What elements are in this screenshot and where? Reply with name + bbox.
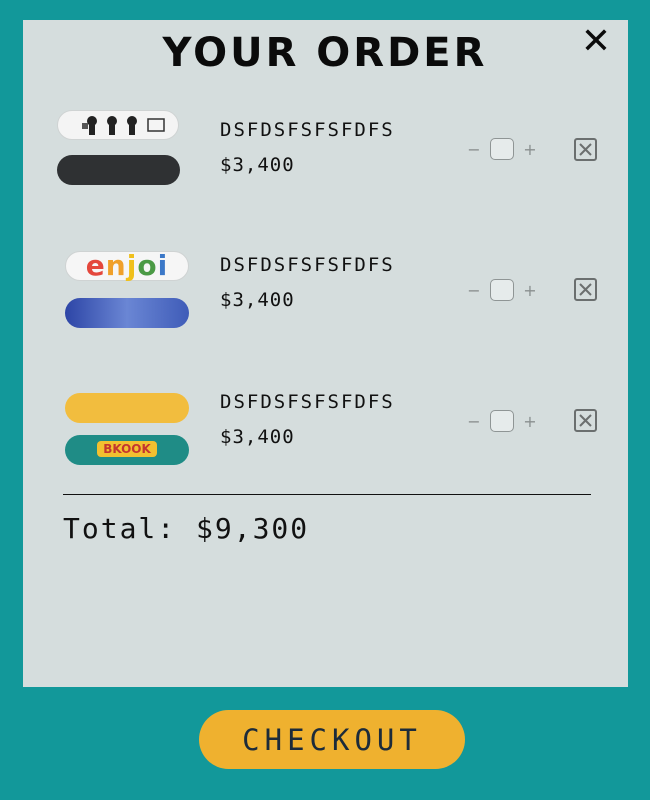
checkout-button[interactable]: CHECKOUT	[199, 710, 465, 769]
skateboard-image: BKOOK	[55, 390, 195, 480]
increment-button[interactable]: +	[522, 281, 538, 300]
page-title: YOUR ORDER	[162, 30, 488, 76]
item-name: DSFDSFSFSFDFS	[220, 254, 395, 276]
item-price: $3,400	[220, 289, 295, 311]
decrement-button[interactable]: −	[466, 140, 482, 159]
cart-item: BKOOK DSFDSFSFSFDFS $3,400 − +	[0, 390, 650, 490]
alien-graphic-icon	[82, 116, 165, 135]
close-box-icon	[579, 143, 592, 156]
item-price: $3,400	[220, 426, 295, 448]
deck-top-image: enjoi	[65, 251, 189, 281]
remove-item-button[interactable]	[574, 278, 597, 301]
remove-item-button[interactable]	[574, 138, 597, 161]
remove-item-button[interactable]	[574, 409, 597, 432]
deck-bottom-image	[65, 298, 189, 328]
increment-button[interactable]: +	[522, 412, 538, 431]
skateboard-image	[55, 108, 195, 198]
deck-top-image	[57, 110, 179, 140]
deck-graphic-label: BKOOK	[97, 441, 157, 457]
total-label: Total:	[63, 512, 177, 545]
skateboard-image: enjoi	[55, 247, 195, 337]
increment-button[interactable]: +	[522, 140, 538, 159]
quantity-stepper: − +	[466, 137, 538, 161]
quantity-input[interactable]	[490, 279, 514, 301]
total-value: $9,300	[196, 512, 310, 545]
item-name: DSFDSFSFSFDFS	[220, 391, 395, 413]
quantity-input[interactable]	[490, 138, 514, 160]
deck-top-image	[65, 393, 189, 423]
decrement-button[interactable]: −	[466, 412, 482, 431]
item-price: $3,400	[220, 154, 295, 176]
quantity-input[interactable]	[490, 410, 514, 432]
cart-item: DSFDSFSFSFDFS $3,400 − +	[0, 108, 650, 208]
deck-bottom-image	[57, 155, 180, 185]
close-box-icon	[579, 414, 592, 427]
quantity-stepper: − +	[466, 278, 538, 302]
decrement-button[interactable]: −	[466, 281, 482, 300]
quantity-stepper: − +	[466, 409, 538, 433]
divider	[63, 494, 591, 495]
close-box-icon	[579, 283, 592, 296]
close-icon[interactable]: ✕	[580, 24, 612, 60]
item-name: DSFDSFSFSFDFS	[220, 119, 395, 141]
deck-bottom-image: BKOOK	[65, 435, 189, 465]
cart-item: enjoi DSFDSFSFSFDFS $3,400 − +	[0, 247, 650, 347]
